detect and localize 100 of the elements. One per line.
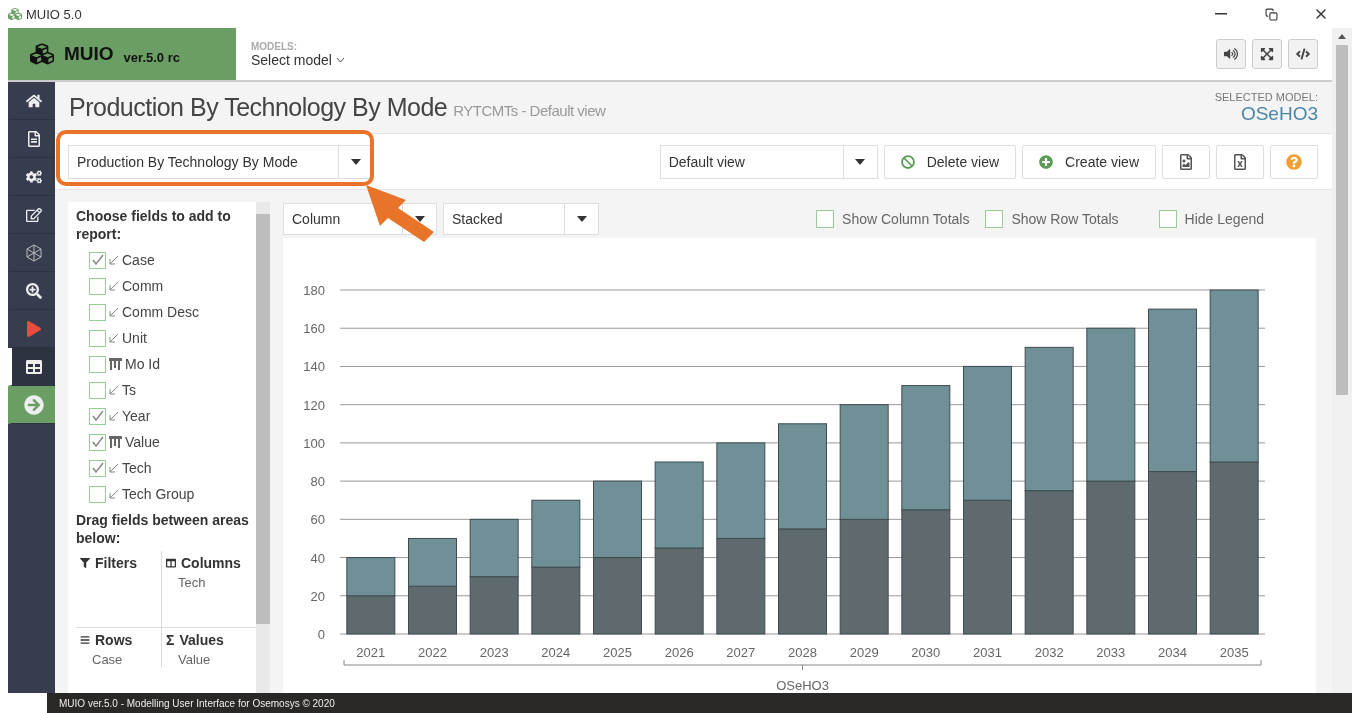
option-checkbox[interactable]: Show Row Totals bbox=[985, 210, 1119, 228]
create-view-button[interactable]: Create view bbox=[1022, 144, 1156, 179]
field-item[interactable]: Unit bbox=[89, 325, 256, 351]
field-item[interactable]: Ts bbox=[89, 377, 256, 403]
axis-tick-label: 2035 bbox=[1219, 645, 1249, 660]
area-field[interactable]: Case bbox=[80, 652, 161, 667]
bar bbox=[408, 585, 457, 635]
minimize-icon bbox=[1215, 13, 1227, 15]
bar bbox=[531, 499, 581, 568]
axis-tick-label: 20 bbox=[310, 588, 325, 604]
checkbox[interactable] bbox=[89, 355, 106, 373]
model-dropdown[interactable]: Select model bbox=[251, 51, 1216, 68]
footer-text: MUIO ver.5.0 - Modelling User Interface for Osemosys © 2020 bbox=[47, 693, 1352, 713]
axis-tick-label: 40 bbox=[310, 550, 325, 566]
checkbox[interactable] bbox=[89, 277, 106, 295]
area-field[interactable]: Tech bbox=[166, 575, 256, 590]
bar bbox=[469, 518, 519, 578]
field-item[interactable]: Value bbox=[89, 429, 256, 455]
axis-tick-label: 2021 bbox=[356, 645, 386, 660]
help-button[interactable] bbox=[1270, 144, 1318, 179]
export-image-button[interactable] bbox=[1162, 144, 1210, 179]
rows-icon bbox=[80, 635, 90, 645]
option-checkbox[interactable]: Hide Legend bbox=[1158, 210, 1264, 228]
diagonal-arrow-icon bbox=[109, 385, 119, 395]
field-item[interactable]: Year bbox=[89, 403, 256, 429]
bar bbox=[346, 557, 396, 597]
checkbox[interactable] bbox=[89, 433, 106, 451]
checkbox[interactable] bbox=[89, 381, 106, 399]
chart-mode-dropdown[interactable]: Stacked bbox=[443, 203, 599, 235]
report-dropdown[interactable]: Production By Technology By Mode bbox=[68, 144, 373, 179]
sound-button[interactable] bbox=[1216, 39, 1246, 69]
delete-view-button[interactable]: Delete view bbox=[883, 144, 1017, 179]
field-item[interactable]: Tech Group bbox=[89, 481, 256, 507]
restore-icon bbox=[1264, 7, 1278, 21]
axis-tick-label: 2025 bbox=[603, 645, 632, 660]
checkbox[interactable] bbox=[89, 329, 106, 347]
sidebar-item[interactable] bbox=[8, 348, 55, 386]
checkbox[interactable] bbox=[89, 303, 106, 321]
view-dropdown[interactable]: Default view bbox=[659, 144, 878, 179]
scrollbar[interactable] bbox=[256, 202, 270, 693]
cubes-logo-icon bbox=[30, 42, 54, 66]
models-label: MODELS: bbox=[251, 40, 299, 52]
option-checkbox[interactable]: Show Column Totals bbox=[816, 210, 970, 228]
code-button[interactable] bbox=[1288, 39, 1318, 69]
hexagon-icon bbox=[24, 243, 43, 262]
brand-name: MUIO bbox=[64, 43, 114, 65]
columns-icon bbox=[166, 558, 176, 568]
area-field[interactable]: Value bbox=[166, 652, 256, 667]
edit-icon bbox=[25, 206, 42, 223]
field-item[interactable]: Comm bbox=[89, 273, 256, 299]
bar bbox=[408, 537, 457, 587]
checkbox[interactable] bbox=[89, 407, 106, 425]
axis-tick-label: 80 bbox=[310, 474, 325, 490]
field-item[interactable]: Case bbox=[89, 247, 256, 273]
export-excel-button[interactable] bbox=[1216, 144, 1264, 179]
diagonal-arrow-icon bbox=[109, 307, 119, 317]
window-title: MUIO 5.0 bbox=[26, 6, 83, 22]
axis-tick-label: 0 bbox=[317, 627, 325, 642]
axis-tick-label: 2033 bbox=[1096, 645, 1126, 660]
fields-heading: Choose fields to add to report: bbox=[76, 207, 232, 243]
field-item[interactable]: Tech bbox=[89, 455, 256, 481]
checkbox[interactable] bbox=[89, 459, 106, 477]
gears-icon bbox=[25, 168, 42, 185]
axis-tick-label: 2034 bbox=[1158, 645, 1187, 660]
sidebar-item[interactable] bbox=[8, 386, 55, 424]
axis-tick-label: 2026 bbox=[664, 645, 694, 660]
document-icon bbox=[25, 130, 42, 147]
page-scrollbar[interactable] bbox=[1332, 28, 1352, 693]
selected-model-name: OSeHO3 bbox=[1240, 102, 1318, 125]
diagonal-arrow-icon bbox=[109, 411, 119, 421]
area-heading: Rows bbox=[80, 632, 161, 648]
bar bbox=[346, 595, 396, 635]
home-icon bbox=[25, 92, 42, 109]
page-subtitle: RYTCMTs - Default view bbox=[453, 102, 606, 119]
page-title: Production By Technology By Mode bbox=[69, 93, 448, 122]
field-item[interactable]: Comm Desc bbox=[89, 299, 256, 325]
diagonal-arrow-icon bbox=[109, 489, 119, 499]
checkbox[interactable] bbox=[89, 251, 106, 269]
caret-icon bbox=[576, 216, 587, 222]
diagonal-arrow-icon bbox=[109, 333, 119, 343]
axis-tick-label: 160 bbox=[303, 321, 325, 337]
axis-tick-label: 2030 bbox=[911, 645, 941, 660]
ruler-icon bbox=[109, 436, 122, 448]
ruler-icon bbox=[109, 358, 122, 370]
table-icon bbox=[25, 358, 42, 375]
scroll-up-icon bbox=[1338, 34, 1346, 39]
ban-icon bbox=[900, 154, 915, 169]
image-file-icon bbox=[1178, 153, 1194, 170]
axis-tick-label: 2029 bbox=[849, 645, 879, 660]
checkbox[interactable] bbox=[89, 485, 106, 503]
axis-tick-label: 60 bbox=[310, 512, 325, 528]
axis-tick-label: 120 bbox=[303, 397, 325, 413]
field-item[interactable]: Mo Id bbox=[89, 351, 256, 377]
diagonal-arrow-icon bbox=[109, 255, 119, 265]
filter-icon bbox=[80, 558, 90, 568]
caret-icon bbox=[414, 216, 425, 222]
caret-icon bbox=[350, 158, 361, 165]
axis-tick-label: 2031 bbox=[973, 645, 1002, 660]
excel-file-icon bbox=[1232, 153, 1248, 170]
fullscreen-button[interactable] bbox=[1252, 39, 1282, 69]
